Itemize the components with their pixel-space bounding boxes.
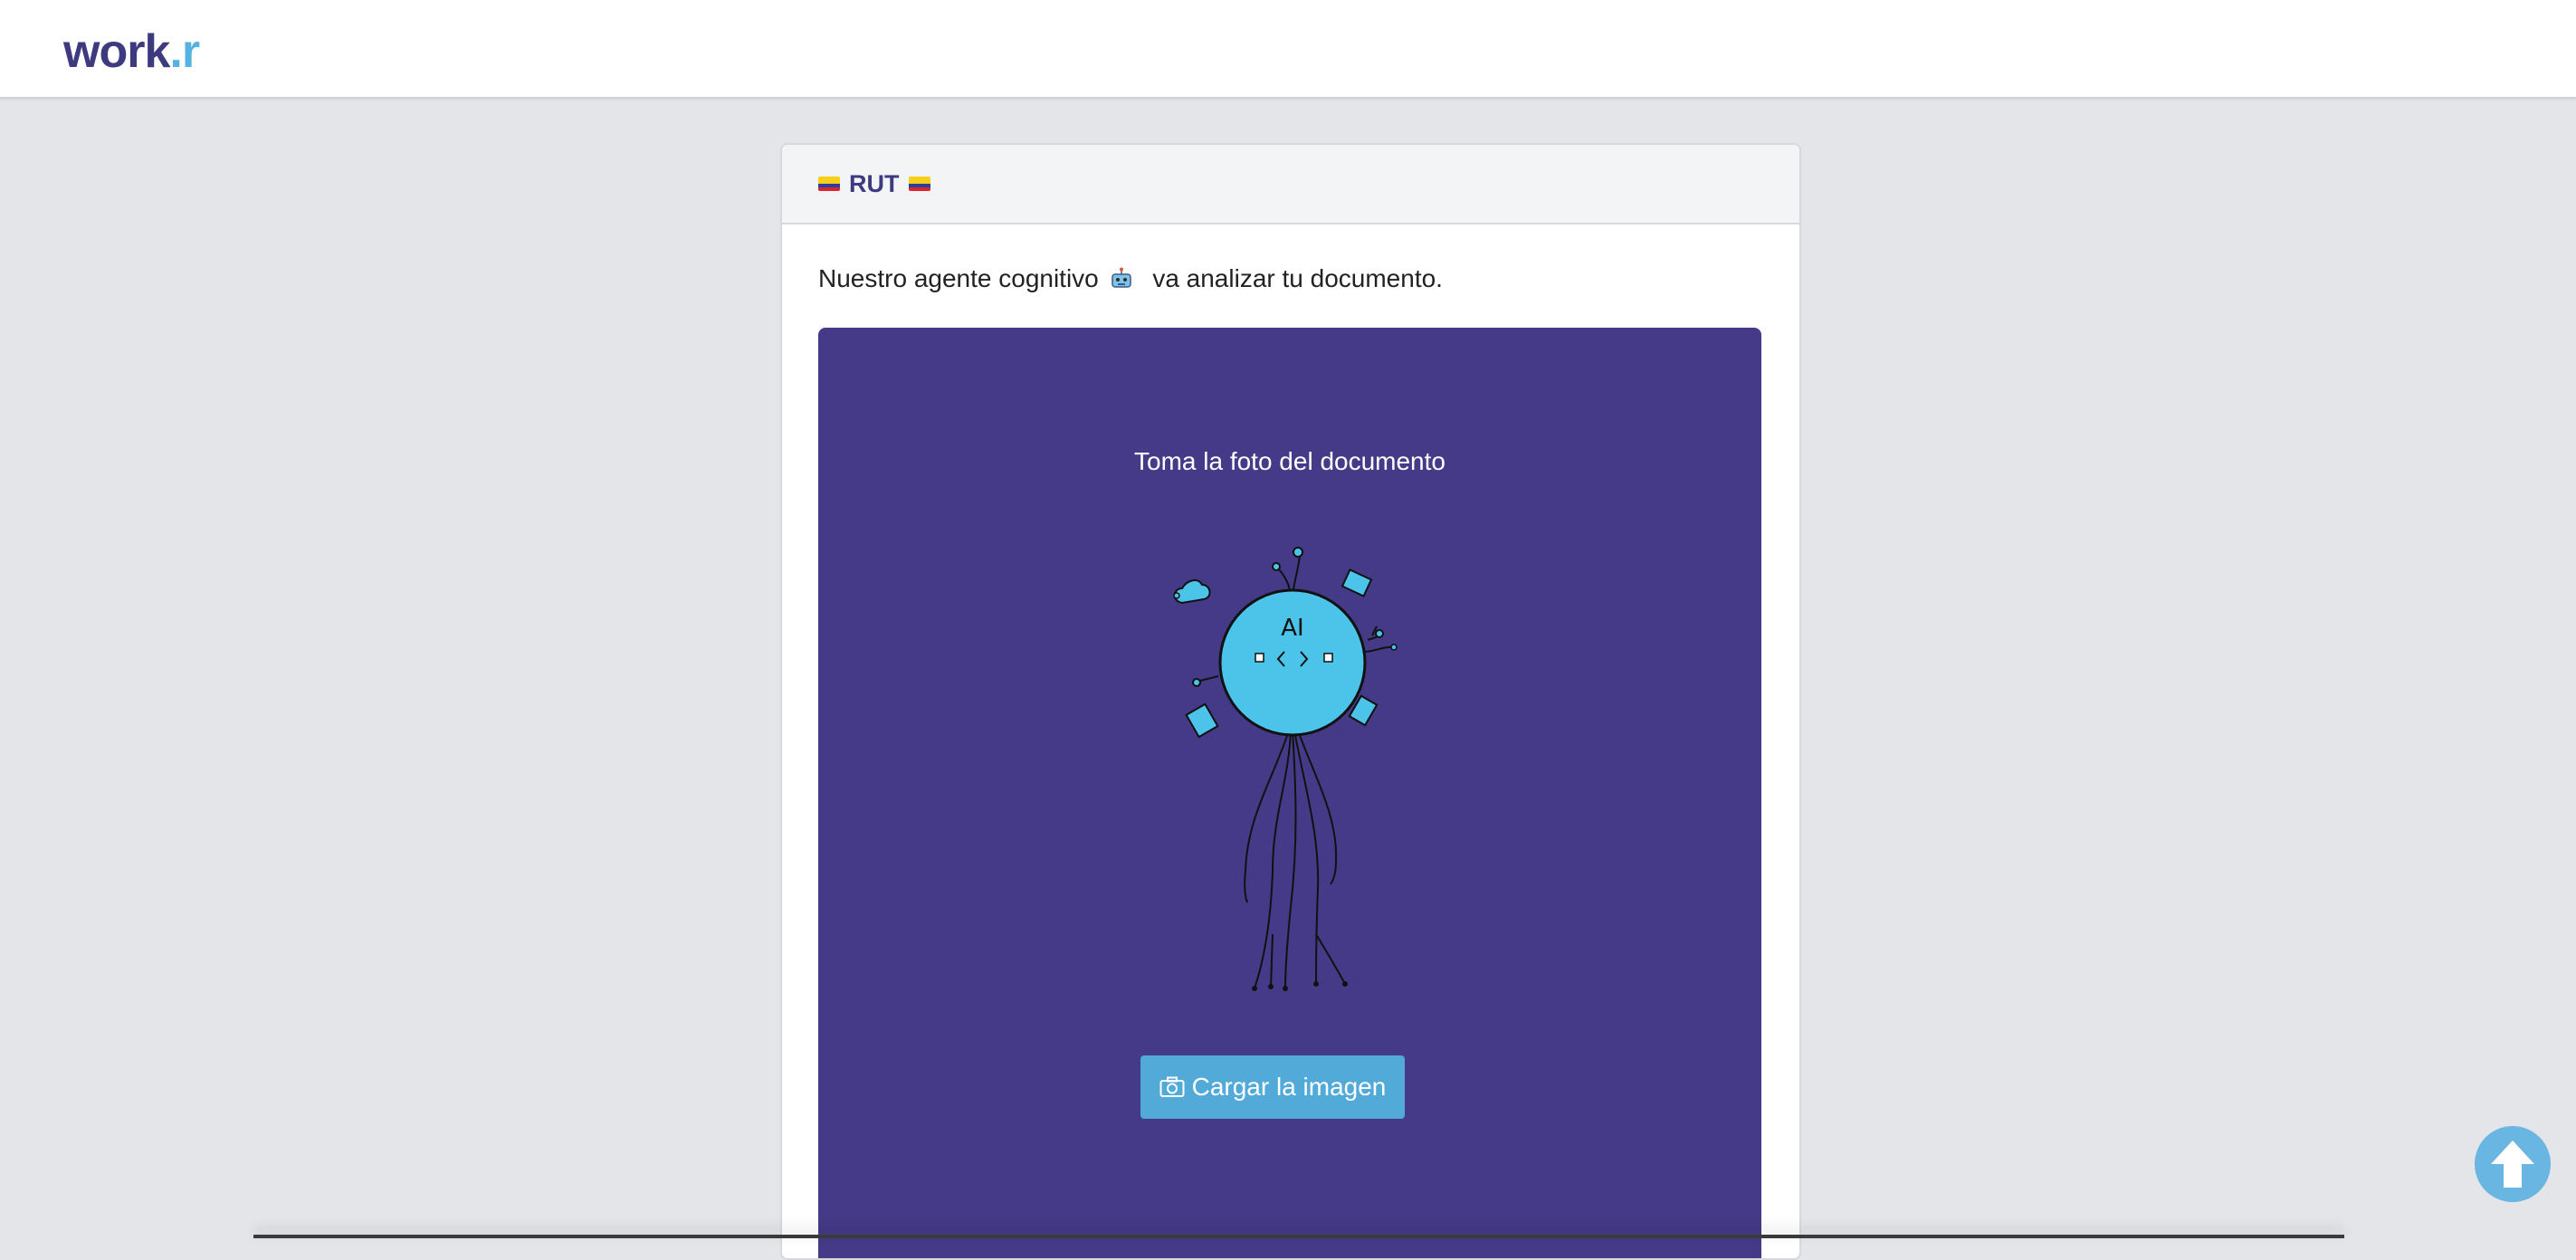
logo-end-text: r	[181, 25, 200, 78]
robot-icon	[1111, 267, 1131, 288]
arrow-up-icon	[2491, 1141, 2534, 1188]
logo-main-text: work	[63, 25, 170, 78]
scroll-to-top-button[interactable]	[2475, 1126, 2551, 1202]
logo-dot: .	[169, 25, 182, 78]
upload-panel: Toma la foto del documento AI Cargar la …	[818, 328, 1761, 1258]
intro-text-before: Nuestro agente cognitivo	[818, 264, 1099, 292]
card-title: RUT	[849, 169, 900, 197]
intro-text: Nuestro agente cognitivo va analizar tu …	[818, 264, 1443, 293]
card-header: RUT	[782, 145, 1799, 224]
top-navbar: work.r	[0, 0, 2576, 99]
camera-icon	[1159, 1076, 1185, 1097]
upload-image-button[interactable]: Cargar la imagen	[1140, 1055, 1405, 1119]
intro-text-after: va analizar tu documento.	[1152, 264, 1443, 292]
colombia-flag-icon	[908, 177, 930, 191]
bottom-edge-strip	[253, 1235, 2344, 1238]
ai-brain-illustration-icon: AI	[1173, 547, 1398, 991]
illustration-ai-label: AI	[1281, 615, 1303, 642]
document-card: RUT Nuestro agente cognitivo va analizar…	[780, 143, 1801, 1260]
panel-title: Toma la foto del documento	[1134, 447, 1445, 475]
colombia-flag-icon	[818, 177, 840, 191]
upload-image-button-label: Cargar la imagen	[1191, 1073, 1387, 1101]
brand-logo[interactable]: work.r	[63, 20, 200, 83]
